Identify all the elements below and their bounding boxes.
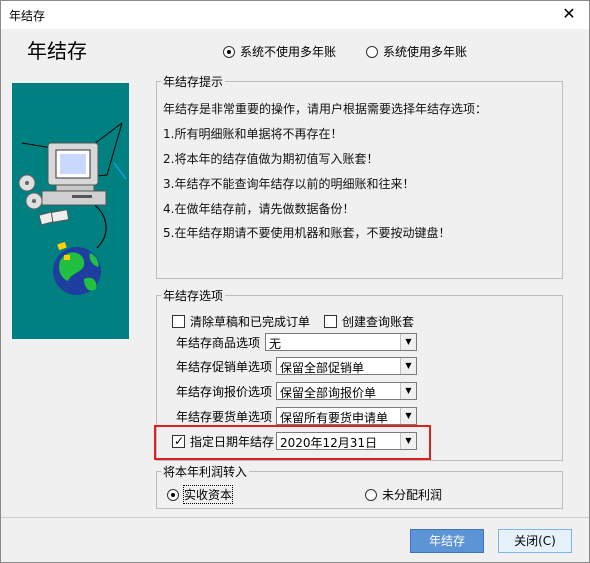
close-button[interactable]: 关闭(C) xyxy=(498,529,572,553)
request-option-select[interactable]: 保留所有要货申请单 ▼ xyxy=(276,407,417,425)
run-year-end-button[interactable]: 年结存 xyxy=(410,529,484,553)
radio-button[interactable] xyxy=(366,45,378,58)
window-title: 年结存 xyxy=(9,9,46,23)
chevron-down-icon[interactable]: ▼ xyxy=(400,408,416,424)
promo-option-label: 年结存促销单选项 xyxy=(176,359,273,374)
chevron-down-icon[interactable]: ▼ xyxy=(400,334,416,350)
hints-legend: 年结存提示 xyxy=(163,75,224,89)
radio-button[interactable] xyxy=(365,488,377,501)
product-option-value: 无 xyxy=(269,337,282,351)
quote-option-label-row: 年结存询报价选项 xyxy=(176,382,272,400)
create-query-checkbox-row[interactable]: 创建查询账套 xyxy=(324,312,414,330)
close-icon[interactable]: ✕ xyxy=(549,1,589,29)
hint-line: 5.在年结存期请不要使用机器和账套，不要按动键盘！ xyxy=(163,226,451,240)
create-query-checkbox[interactable] xyxy=(324,314,337,328)
radio-multiyear[interactable]: 系统使用多年账 xyxy=(366,43,467,60)
radio-label: 系统不使用多年账 xyxy=(240,45,337,59)
button-bar: 年结存 关闭(C) xyxy=(1,517,589,562)
radio-capital[interactable]: 实收资本 xyxy=(167,485,234,504)
options-legend: 年结存选项 xyxy=(163,289,224,303)
radio-label: 系统使用多年账 xyxy=(383,45,468,59)
quote-option-label: 年结存询报价选项 xyxy=(176,384,273,399)
computer-globe-illustration xyxy=(18,122,127,295)
promo-option-select[interactable]: 保留全部促销单 ▼ xyxy=(276,357,417,375)
page-title: 年结存 xyxy=(27,39,87,63)
radio-button[interactable] xyxy=(167,488,179,501)
request-option-value: 保留所有要货申请单 xyxy=(280,411,389,425)
clear-drafts-label: 清除草稿和已完成订单 xyxy=(190,314,311,329)
clear-drafts-checkbox-row[interactable]: 清除草稿和已完成订单 xyxy=(172,312,310,330)
radio-no-multiyear[interactable]: 系统不使用多年账 xyxy=(223,43,336,60)
highlight-annotation xyxy=(154,425,431,460)
hint-line: 年结存是非常重要的操作，请用户根据需要选择年结存选项： xyxy=(163,102,488,116)
hint-line: 1.所有明细账和单据将不再存在！ xyxy=(163,127,343,141)
product-option-select[interactable]: 无 ▼ xyxy=(265,333,417,351)
radio-label: 未分配利润 xyxy=(382,488,443,502)
request-option-label: 年结存要货单选项 xyxy=(176,409,273,424)
promo-option-value: 保留全部促销单 xyxy=(280,361,365,375)
illustration xyxy=(12,83,129,339)
quote-option-select[interactable]: 保留全部询报价单 ▼ xyxy=(276,382,417,400)
year-end-dialog: 年结存 ✕ 年结存 系统不使用多年账 系统使用多年账 年结存提示 年结存是非常重… xyxy=(0,0,590,563)
profit-legend: 将本年利润转入 xyxy=(163,465,248,479)
title-bar: 年结存 ✕ xyxy=(1,1,589,29)
chevron-down-icon[interactable]: ▼ xyxy=(400,383,416,399)
clear-drafts-checkbox[interactable] xyxy=(172,314,185,328)
radio-undistributed[interactable]: 未分配利润 xyxy=(365,486,442,503)
hint-line: 4.在做年结存前，请先做数据备份！ xyxy=(163,202,355,216)
chevron-down-icon[interactable]: ▼ xyxy=(400,358,416,374)
hint-line: 3.年结存不能查询年结存以前的明细账和往来！ xyxy=(163,177,415,191)
hints-group: 年结存提示 年结存是非常重要的操作，请用户根据需要选择年结存选项： 1.所有明细… xyxy=(156,73,563,279)
product-option-label-row: 年结存商品选项 xyxy=(176,333,260,351)
radio-label: 实收资本 xyxy=(182,485,234,504)
quote-option-value: 保留全部询报价单 xyxy=(280,386,377,400)
radio-button[interactable] xyxy=(223,45,235,58)
create-query-label: 创建查询账套 xyxy=(342,314,415,329)
promo-option-label-row: 年结存促销单选项 xyxy=(176,357,272,375)
request-option-label-row: 年结存要货单选项 xyxy=(176,407,272,425)
product-option-label: 年结存商品选项 xyxy=(176,335,261,350)
hint-line: 2.将本年的结存值做为期初值写入账套！ xyxy=(163,152,379,166)
